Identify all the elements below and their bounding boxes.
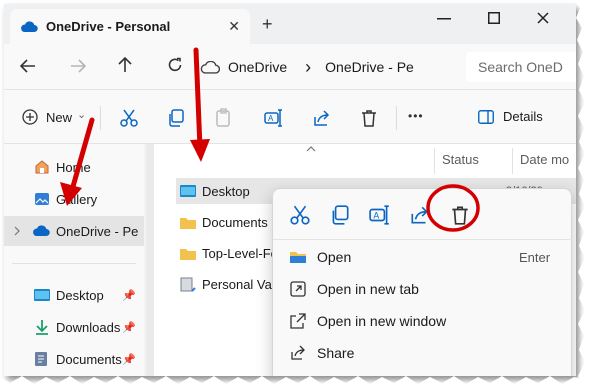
desktop-folder-icon bbox=[180, 185, 196, 197]
sidebar-item-desktop[interactable]: Desktop 📌 bbox=[4, 280, 144, 310]
navigation-pane: Home Gallery OneDrive - Personal Desktop… bbox=[4, 144, 144, 376]
column-header-date[interactable]: Date mo bbox=[520, 152, 569, 167]
cloud-icon bbox=[33, 225, 50, 237]
new-button[interactable]: New ⌄ bbox=[22, 109, 86, 125]
column-header-status[interactable]: Status bbox=[442, 152, 479, 167]
minimize-icon[interactable] bbox=[437, 18, 451, 20]
divider bbox=[396, 106, 397, 130]
sidebar-item-gallery[interactable]: Gallery bbox=[4, 184, 144, 214]
pin-icon[interactable]: 📌 bbox=[122, 321, 136, 334]
menu-item-label: Open in new tab bbox=[317, 281, 419, 297]
menu-item-label: Open in new window bbox=[317, 313, 447, 329]
copy-icon[interactable] bbox=[329, 204, 351, 226]
explorer-window: OneDrive - Personal ✕ + OneDrive › OneDr… bbox=[4, 4, 576, 376]
new-tab-button[interactable]: + bbox=[262, 14, 273, 35]
sidebar-item-home[interactable]: Home bbox=[4, 152, 144, 182]
delete-icon[interactable] bbox=[359, 108, 379, 128]
new-tab-icon bbox=[290, 281, 306, 297]
paste-icon[interactable] bbox=[214, 108, 234, 128]
vault-icon bbox=[180, 277, 196, 292]
menu-item-open[interactable]: Open Enter bbox=[273, 241, 573, 273]
breadcrumb-separator: › bbox=[305, 56, 312, 77]
sidebar-item-label: OneDrive - Personal bbox=[56, 223, 138, 239]
share-icon[interactable] bbox=[312, 108, 332, 128]
rename-icon[interactable]: A bbox=[264, 108, 284, 128]
details-label: Details bbox=[503, 109, 543, 124]
column-divider bbox=[434, 148, 435, 174]
sidebar-item-label: Documents bbox=[56, 351, 122, 367]
command-bar: New ⌄ A ••• Details bbox=[4, 90, 576, 144]
new-label: New bbox=[46, 109, 73, 125]
plus-circle-icon bbox=[22, 109, 38, 125]
menu-item-open-new-tab[interactable]: Open in new tab bbox=[273, 273, 573, 305]
back-arrow-icon[interactable] bbox=[20, 59, 36, 73]
divider bbox=[12, 263, 136, 264]
documents-icon bbox=[35, 352, 47, 366]
context-menu: A Open Enter Open in new tab Open in new… bbox=[272, 188, 573, 376]
chevron-down-icon: ⌄ bbox=[77, 108, 87, 121]
file-name: Top-Level-Fol bbox=[202, 245, 281, 261]
sidebar-item-downloads[interactable]: Downloads 📌 bbox=[4, 312, 144, 342]
copy-icon[interactable] bbox=[166, 108, 186, 128]
file-name: Documents bbox=[202, 214, 268, 230]
cloud-icon bbox=[21, 20, 38, 32]
menu-item-shortcut: Enter bbox=[519, 249, 551, 265]
sidebar-item-onedrive[interactable]: OneDrive - Personal bbox=[4, 216, 144, 246]
open-folder-icon bbox=[290, 252, 306, 263]
gallery-icon bbox=[35, 193, 49, 205]
sidebar-item-label: Downloads bbox=[56, 319, 121, 335]
svg-text:A: A bbox=[373, 210, 379, 220]
pin-icon[interactable]: 📌 bbox=[122, 289, 136, 302]
sidebar-item-label: Desktop bbox=[56, 287, 104, 303]
folder-icon bbox=[180, 217, 196, 229]
sidebar-item-documents[interactable]: Documents 📌 bbox=[4, 344, 144, 374]
refresh-icon[interactable] bbox=[167, 57, 183, 73]
menu-item-label: Share bbox=[317, 345, 355, 361]
folder-icon bbox=[180, 248, 196, 260]
breadcrumb-item[interactable]: OneDrive - Pe bbox=[325, 59, 414, 75]
address-bar[interactable]: OneDrive › OneDrive - Pe bbox=[200, 52, 450, 82]
menu-item-open-new-window[interactable]: Open in new window bbox=[273, 305, 573, 337]
torn-edge-right bbox=[574, 0, 592, 389]
tab-onedrive[interactable]: OneDrive - Personal ✕ bbox=[10, 9, 250, 44]
home-icon bbox=[35, 160, 49, 174]
sort-chevron-icon bbox=[306, 146, 316, 152]
tab-close-icon[interactable]: ✕ bbox=[228, 18, 240, 35]
title-bar: OneDrive - Personal ✕ + bbox=[4, 4, 576, 44]
file-name: Desktop bbox=[202, 183, 250, 199]
see-more-button[interactable]: ••• bbox=[408, 109, 424, 123]
share-icon[interactable] bbox=[409, 204, 431, 226]
cut-icon[interactable] bbox=[119, 108, 139, 128]
menu-item-share[interactable]: Share bbox=[273, 337, 573, 369]
close-window-icon[interactable] bbox=[537, 12, 549, 24]
chevron-right-icon[interactable] bbox=[14, 226, 20, 236]
divider bbox=[273, 239, 573, 240]
breadcrumb-item[interactable]: OneDrive bbox=[228, 59, 287, 75]
delete-icon[interactable] bbox=[449, 204, 471, 226]
pin-icon[interactable]: 📌 bbox=[122, 353, 136, 366]
cut-icon[interactable] bbox=[289, 204, 311, 226]
maximize-icon[interactable] bbox=[488, 12, 500, 24]
tab-title: OneDrive - Personal bbox=[46, 19, 171, 34]
torn-edge-bottom bbox=[0, 376, 592, 389]
new-window-icon bbox=[290, 313, 306, 329]
details-button[interactable]: Details bbox=[478, 109, 543, 124]
cloud-icon bbox=[200, 60, 220, 74]
divider bbox=[100, 106, 101, 130]
column-divider bbox=[512, 148, 513, 174]
details-pane-icon bbox=[478, 109, 494, 124]
sidebar-item-label: Home bbox=[56, 159, 91, 175]
pane-splitter[interactable] bbox=[146, 144, 154, 376]
desktop-folder-icon bbox=[34, 289, 50, 301]
navigation-bar: OneDrive › OneDrive - Pe Search OneD bbox=[4, 44, 576, 90]
download-icon bbox=[36, 320, 48, 335]
search-input[interactable]: Search OneD bbox=[466, 52, 576, 82]
rename-icon[interactable]: A bbox=[369, 204, 391, 226]
menu-item-label: Open bbox=[317, 249, 352, 265]
share-icon bbox=[291, 345, 305, 360]
up-arrow-icon[interactable] bbox=[118, 57, 132, 73]
svg-text:A: A bbox=[268, 114, 274, 123]
forward-arrow-icon[interactable] bbox=[70, 59, 86, 73]
sidebar-item-label: Gallery bbox=[56, 191, 98, 207]
